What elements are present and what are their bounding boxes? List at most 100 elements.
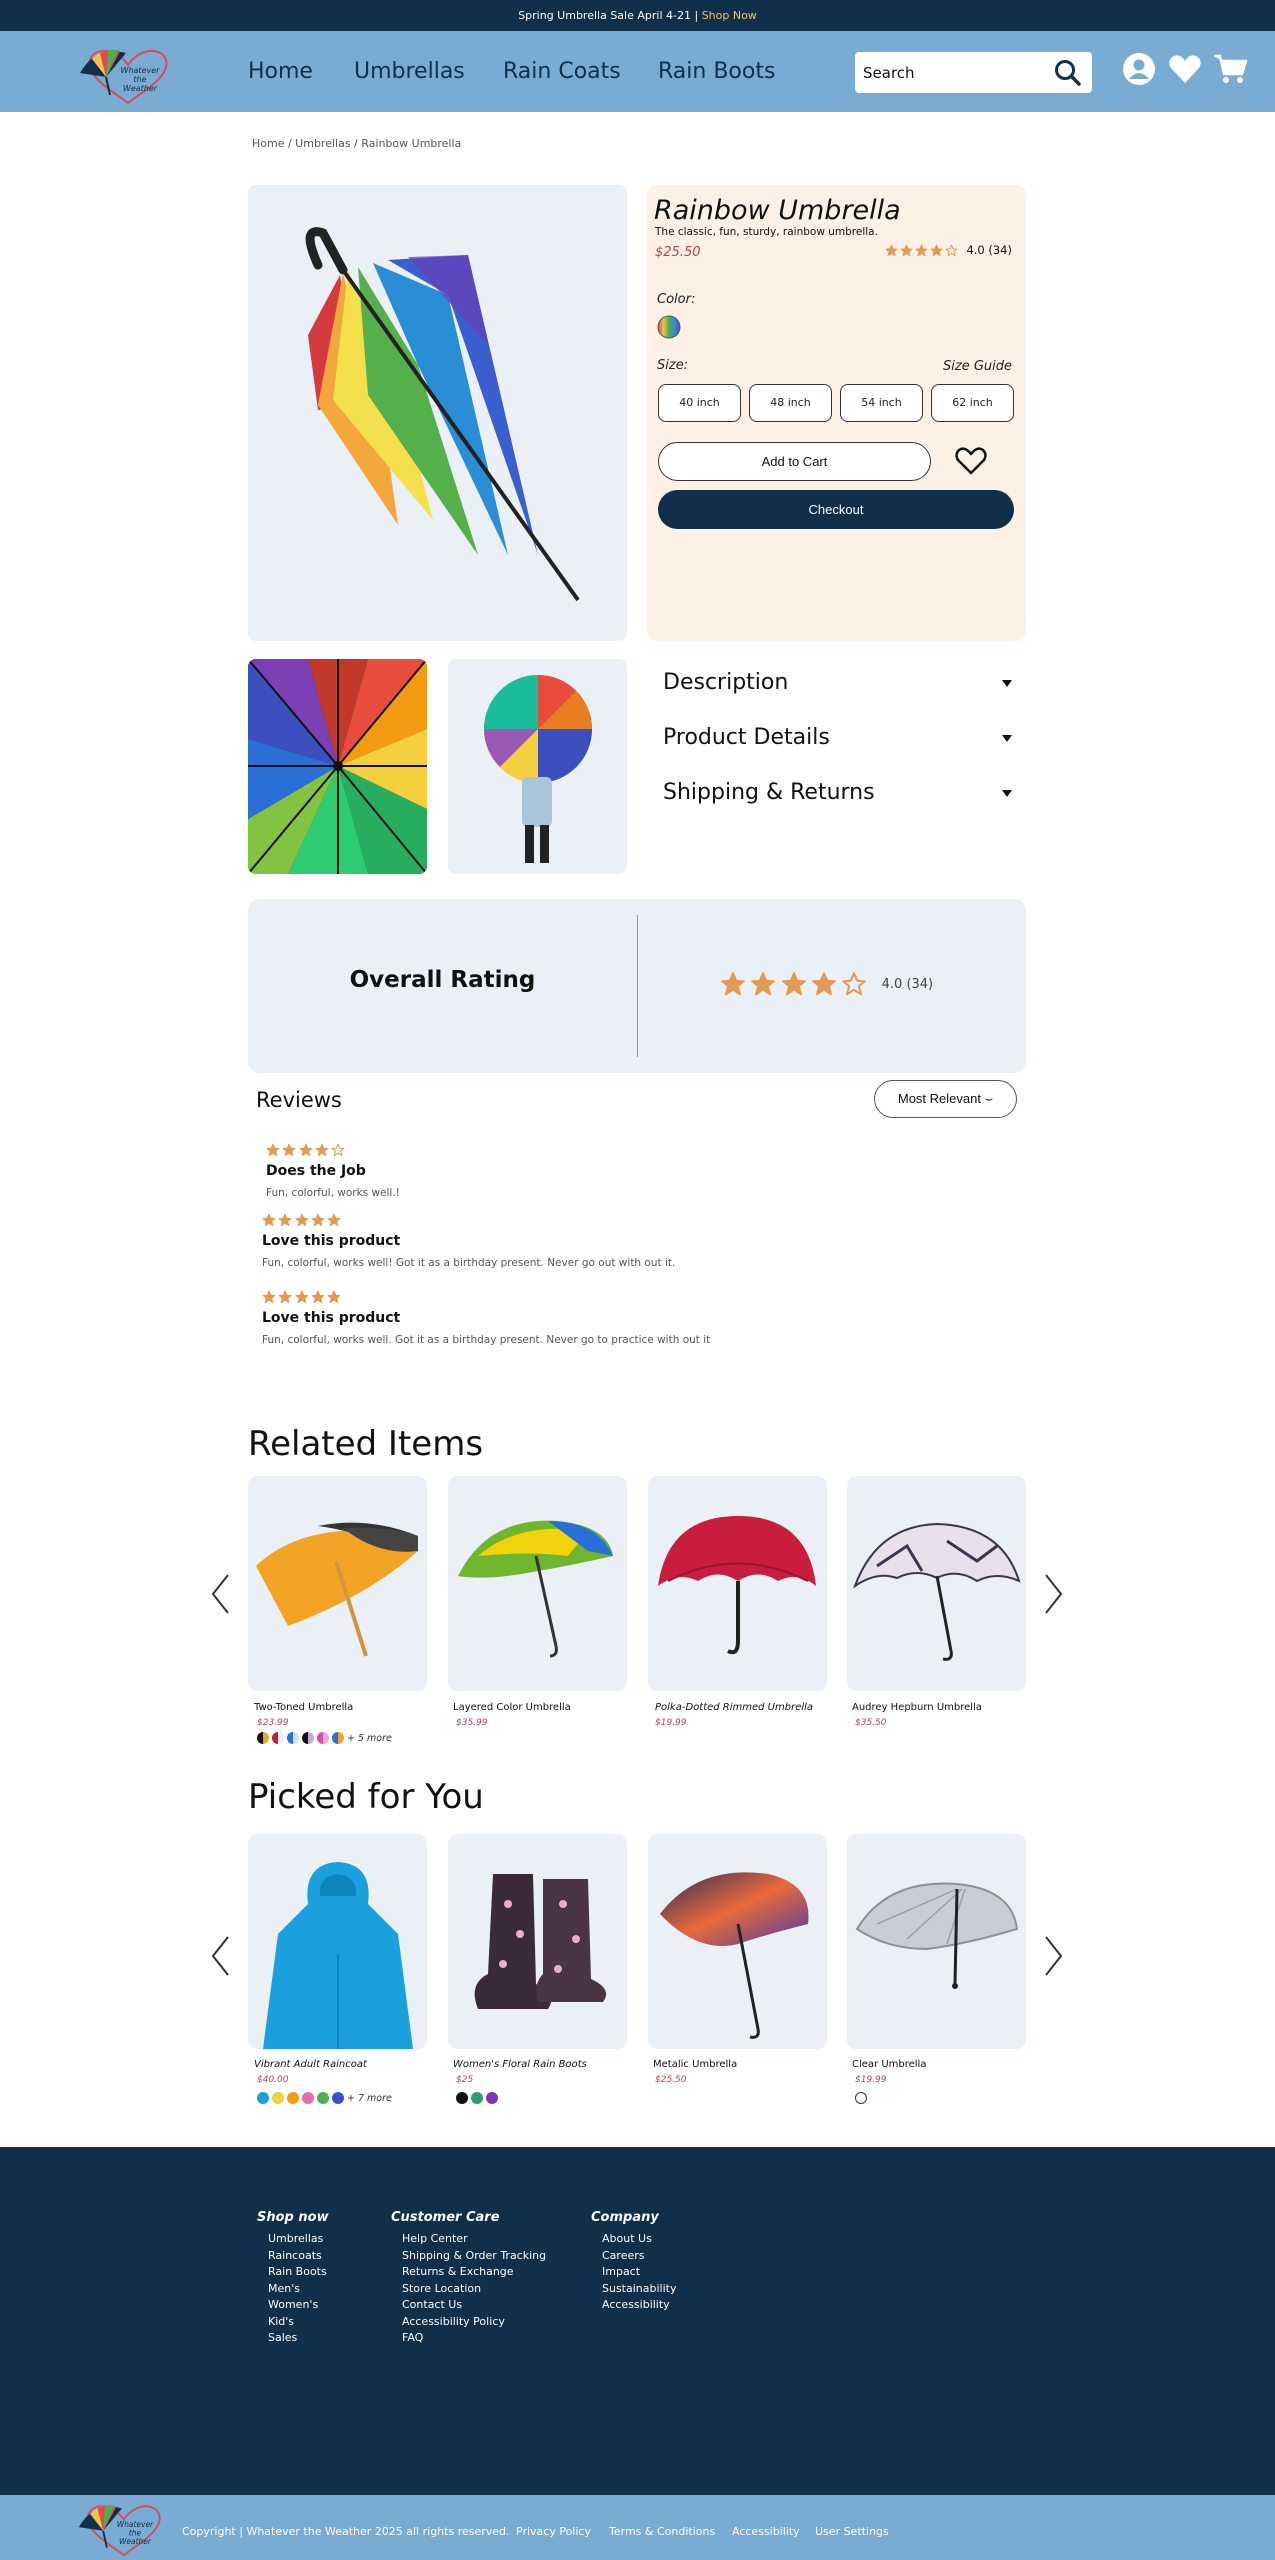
star-icon	[331, 1143, 345, 1157]
footer-care-column: Customer Care Help Center Shipping & Ord…	[391, 2210, 546, 2347]
more-colors[interactable]: + 7 more	[347, 2093, 392, 2104]
footer-link[interactable]: Help Center	[402, 2231, 546, 2248]
swatch[interactable]	[272, 1732, 284, 1744]
add-to-cart-button[interactable]: Add to Cart	[658, 442, 931, 481]
product-rating[interactable]: 4.0 (34)	[885, 243, 1012, 257]
product-card-image[interactable]	[648, 1476, 827, 1691]
swatch[interactable]	[855, 2092, 867, 2104]
swatch[interactable]	[317, 2092, 329, 2104]
search-input[interactable]	[863, 60, 1043, 85]
product-card-image[interactable]	[448, 1834, 627, 2049]
product-card-name[interactable]: Audrey Hepburn Umbrella	[852, 1702, 982, 1713]
chevron-right-icon[interactable]	[1044, 1935, 1064, 1977]
swatch[interactable]	[332, 2092, 344, 2104]
swatch[interactable]	[257, 2092, 269, 2104]
product-card-image[interactable]	[248, 1476, 427, 1691]
product-card-name[interactable]: Two-Toned Umbrella	[254, 1702, 353, 1713]
account-icon[interactable]	[1122, 52, 1156, 86]
footer-link[interactable]: Sales	[268, 2330, 329, 2347]
swatch[interactable]	[332, 1732, 344, 1744]
footer-link[interactable]: Raincoats	[268, 2248, 329, 2265]
footer-link[interactable]: Contact Us	[402, 2297, 546, 2314]
footer-link[interactable]: Impact	[602, 2264, 676, 2281]
footer-link[interactable]: Store Location	[402, 2281, 546, 2298]
swatch[interactable]	[456, 2092, 468, 2104]
thumbnail-underside[interactable]	[248, 659, 427, 874]
heart-icon[interactable]	[1168, 52, 1202, 86]
accessibility-link[interactable]: Accessibility	[732, 2525, 800, 2538]
product-card-image[interactable]	[248, 1834, 427, 2049]
thumbnail-person[interactable]	[448, 659, 627, 874]
footer-link[interactable]: Shipping & Order Tracking	[402, 2248, 546, 2265]
swatch[interactable]	[287, 2092, 299, 2104]
footer-link[interactable]: Women's	[268, 2297, 329, 2314]
terms-link[interactable]: Terms & Conditions	[609, 2525, 715, 2538]
footer-link[interactable]: About Us	[602, 2231, 676, 2248]
nav-home[interactable]: Home	[248, 59, 313, 84]
swatch[interactable]	[471, 2092, 483, 2104]
chevron-right-icon[interactable]	[1044, 1573, 1064, 1615]
accordion-product-details[interactable]: Product Details	[663, 725, 1018, 761]
swatch[interactable]	[317, 1732, 329, 1744]
more-colors[interactable]: + 5 more	[347, 1733, 392, 1744]
review-stars	[266, 1142, 348, 1161]
related-items-title: Related Items	[248, 1424, 484, 1464]
product-card-name[interactable]: Layered Color Umbrella	[453, 1702, 571, 1713]
size-option-62[interactable]: 62 inch	[931, 384, 1014, 422]
product-card-name[interactable]: Vibrant Adult Raincoat	[254, 2059, 367, 2070]
main-product-image[interactable]	[248, 185, 627, 641]
chevron-left-icon[interactable]	[210, 1935, 230, 1977]
swatch[interactable]	[272, 2092, 284, 2104]
sort-dropdown[interactable]: Most Relevant ⌣	[874, 1080, 1017, 1118]
star-icon	[930, 244, 943, 256]
color-swatch-rainbow[interactable]	[657, 315, 681, 339]
product-card-price: $23.99	[257, 1718, 289, 1728]
product-card-name[interactable]: Women's Floral Rain Boots	[453, 2059, 587, 2070]
cart-icon[interactable]	[1212, 52, 1248, 86]
review-stars	[262, 1212, 344, 1231]
footer-link[interactable]: Accessibility Policy	[402, 2314, 546, 2331]
accordion-description[interactable]: Description	[663, 670, 1018, 706]
product-title: Rainbow Umbrella	[654, 195, 901, 226]
footer-link[interactable]: Kid's	[268, 2314, 329, 2331]
nav-umbrellas[interactable]: Umbrellas	[354, 59, 465, 84]
footer-link[interactable]: Sustainability	[602, 2281, 676, 2298]
review-title: Does the Job	[266, 1163, 366, 1179]
privacy-policy-link[interactable]: Privacy Policy	[516, 2525, 591, 2538]
footer-link[interactable]: Rain Boots	[268, 2264, 329, 2281]
product-card-image[interactable]	[847, 1476, 1026, 1691]
shop-now-link[interactable]: Shop Now	[702, 9, 757, 22]
size-option-48[interactable]: 48 inch	[749, 384, 832, 422]
swatch[interactable]	[302, 1732, 314, 1744]
logo[interactable]: Whatever the Weather	[78, 43, 170, 105]
nav-rain-boots[interactable]: Rain Boots	[658, 59, 775, 84]
size-option-40[interactable]: 40 inch	[658, 384, 741, 422]
footer-link[interactable]: Careers	[602, 2248, 676, 2265]
product-card-name[interactable]: Metalic Umbrella	[653, 2059, 737, 2070]
wishlist-heart-icon[interactable]	[954, 445, 988, 477]
footer-logo[interactable]: Whatever the Weather	[74, 2499, 166, 2557]
product-card-image[interactable]	[648, 1834, 827, 2049]
swatch[interactable]	[486, 2092, 498, 2104]
nav-rain-coats[interactable]: Rain Coats	[503, 59, 621, 84]
swatch[interactable]	[257, 1732, 269, 1744]
swatch[interactable]	[302, 2092, 314, 2104]
checkout-button[interactable]: Checkout	[658, 490, 1014, 529]
search-icon[interactable]	[1054, 59, 1082, 87]
swatch[interactable]	[287, 1732, 299, 1744]
footer-link[interactable]: Accessibility	[602, 2297, 676, 2314]
accordion-shipping-returns[interactable]: Shipping & Returns	[663, 780, 1018, 816]
footer-link[interactable]: FAQ	[402, 2330, 546, 2347]
footer-link[interactable]: Returns & Exchange	[402, 2264, 546, 2281]
size-guide-link[interactable]: Size Guide	[943, 359, 1012, 374]
size-option-54[interactable]: 54 inch	[840, 384, 923, 422]
footer-link[interactable]: Umbrellas	[268, 2231, 329, 2248]
user-settings-link[interactable]: User Settings	[815, 2525, 889, 2538]
breadcrumb[interactable]: Home / Umbrellas / Rainbow Umbrella	[252, 137, 461, 150]
chevron-left-icon[interactable]	[210, 1573, 230, 1615]
product-card-image[interactable]	[847, 1834, 1026, 2049]
footer-link[interactable]: Men's	[268, 2281, 329, 2298]
product-card-name[interactable]: Clear Umbrella	[852, 2059, 926, 2070]
product-card-name[interactable]: Polka-Dotted Rimmed Umbrella	[655, 1702, 813, 1713]
product-card-image[interactable]	[448, 1476, 627, 1691]
